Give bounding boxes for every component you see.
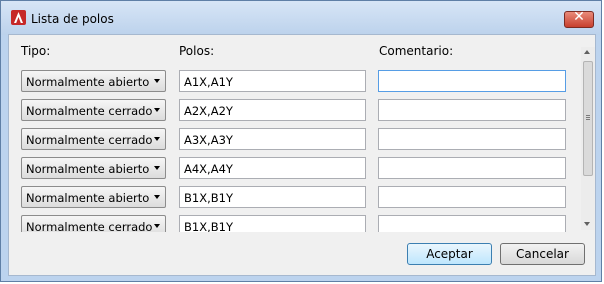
tipo-select[interactable]: Normalmente abierto (21, 157, 166, 179)
comentario-header: Comentario: (379, 44, 454, 58)
cancel-button[interactable]: Cancelar (500, 243, 585, 265)
vertical-scrollbar[interactable] (581, 47, 595, 230)
autocad-icon (11, 10, 26, 25)
comentario-field[interactable] (378, 186, 566, 208)
dropdown-arrow-icon (154, 79, 160, 83)
tipo-header: Tipo: (21, 44, 51, 58)
polos-header: Polos: (179, 44, 215, 58)
polos-field[interactable]: A1X,A1Y (179, 70, 366, 92)
window-title: Lista de polos (31, 12, 114, 26)
poles-list: Tipo: Polos: Comentario: Normalmente abi… (9, 35, 581, 232)
dropdown-arrow-icon (154, 166, 160, 170)
comentario-field[interactable] (378, 70, 566, 92)
close-button[interactable]: ✕ (564, 9, 594, 28)
tipo-select[interactable]: Normalmente cerrado (21, 99, 166, 121)
polos-field[interactable]: A4X,A4Y (179, 157, 366, 179)
polos-field[interactable]: A3X,A3Y (179, 128, 366, 150)
comentario-field[interactable] (378, 215, 566, 232)
polos-field[interactable]: B1X,B1Y (179, 215, 366, 232)
tipo-select[interactable]: Normalmente cerrado (21, 128, 166, 150)
dropdown-arrow-icon (154, 108, 160, 112)
comentario-field[interactable] (378, 157, 566, 179)
polos-field[interactable]: B1X,B1Y (179, 186, 366, 208)
comentario-field[interactable] (378, 99, 566, 121)
close-icon: ✕ (573, 9, 585, 25)
scroll-up-icon[interactable] (584, 50, 590, 54)
dropdown-arrow-icon (154, 137, 160, 141)
dropdown-arrow-icon (154, 195, 160, 199)
tipo-select[interactable]: Normalmente cerrado (21, 215, 166, 232)
polos-field[interactable]: A2X,A2Y (179, 99, 366, 121)
tipo-select[interactable]: Normalmente abierto (21, 186, 166, 208)
dialog-content: Tipo: Polos: Comentario: Normalmente abi… (8, 34, 596, 276)
dialog-window: Lista de polos ✕ Tipo: Polos: Comentario… (0, 0, 602, 282)
accept-button[interactable]: Aceptar (407, 243, 492, 265)
tipo-select[interactable]: Normalmente abierto (21, 70, 166, 92)
dropdown-arrow-icon (154, 224, 160, 228)
scroll-down-icon[interactable] (584, 222, 590, 226)
scroll-thumb[interactable] (583, 61, 593, 176)
comentario-field[interactable] (378, 128, 566, 150)
title-bar[interactable]: Lista de polos ✕ (1, 1, 601, 35)
